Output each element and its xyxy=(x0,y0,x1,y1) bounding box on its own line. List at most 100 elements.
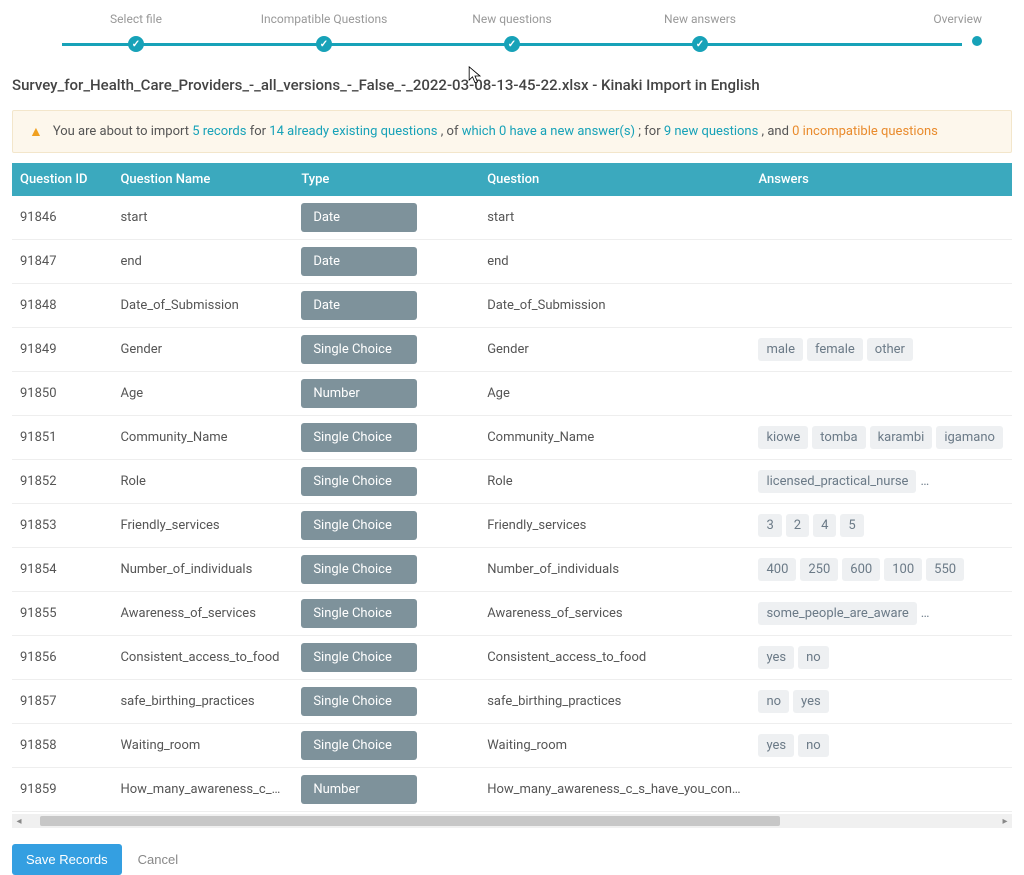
step-label: Select file xyxy=(110,12,162,26)
cell-answers: 3245 xyxy=(750,504,1012,548)
step-label: Incompatible Questions xyxy=(261,12,388,26)
stepper-step[interactable]: New questions ✓ xyxy=(418,12,606,52)
cell-type: Single Choice xyxy=(293,724,479,768)
table-row[interactable]: 91846startDatestart xyxy=(12,196,1012,240)
cell-id: 91854 xyxy=(12,548,112,592)
cell-id: 91846 xyxy=(12,196,112,240)
answer-tag: hospital_administrator xyxy=(920,470,1012,493)
cell-answers xyxy=(750,240,1012,284)
stepper-step[interactable]: Incompatible Questions ✓ xyxy=(230,12,418,52)
cell-question: Waiting_room xyxy=(479,724,750,768)
scroll-left-arrow-icon[interactable]: ◂ xyxy=(12,816,26,827)
cell-answers xyxy=(750,196,1012,240)
answer-tag: yes xyxy=(758,734,794,757)
cell-id: 91859 xyxy=(12,768,112,812)
stepper-step[interactable]: Overview xyxy=(794,12,982,52)
answer-tag: some_people_are_aware xyxy=(758,602,916,625)
table-body: 91846startDatestart91847endDateend91848D… xyxy=(12,196,1012,812)
alert-records-link[interactable]: 5 records xyxy=(192,124,246,139)
col-answers[interactable]: Answers xyxy=(750,163,1012,196)
cell-answers: kiowetombakarambiigamano xyxy=(750,416,1012,460)
type-pill: Number xyxy=(301,775,417,804)
stepper-step[interactable]: New answers ✓ xyxy=(606,12,794,52)
type-pill: Date xyxy=(301,291,417,320)
cell-id: 91856 xyxy=(12,636,112,680)
cell-question: Friendly_services xyxy=(479,504,750,548)
cell-type: Single Choice xyxy=(293,504,479,548)
answer-tag: no xyxy=(798,646,829,669)
type-pill: Single Choice xyxy=(301,511,417,540)
col-type[interactable]: Type xyxy=(293,163,479,196)
cell-question: Gender xyxy=(479,328,750,372)
cell-id: 91850 xyxy=(12,372,112,416)
scrollbar-thumb[interactable] xyxy=(40,816,780,826)
check-icon: ✓ xyxy=(316,36,332,52)
answer-tag: 3 xyxy=(758,514,781,537)
alert-semi: ; for xyxy=(638,124,664,139)
cell-id: 91855 xyxy=(12,592,112,636)
alert-new-answers-link[interactable]: which 0 have a new answer(s) xyxy=(462,124,639,139)
cell-name: Gender xyxy=(112,328,293,372)
alert-and: , and xyxy=(762,124,793,139)
table-row[interactable]: 91856Consistent_access_to_foodSingle Cho… xyxy=(12,636,1012,680)
cell-answers xyxy=(750,768,1012,812)
answer-tag: 600 xyxy=(842,558,880,581)
questions-table: Question ID Question Name Type Question … xyxy=(12,163,1012,812)
alert-new-questions-link[interactable]: 9 new questions xyxy=(664,124,762,139)
cell-answers: malefemaleother xyxy=(750,328,1012,372)
answer-tag: 5 xyxy=(840,514,863,537)
type-pill: Single Choice xyxy=(301,687,417,716)
cell-type: Date xyxy=(293,196,479,240)
answer-tag: yes xyxy=(758,646,794,669)
col-name[interactable]: Question Name xyxy=(112,163,293,196)
check-icon: ✓ xyxy=(128,36,144,52)
table-row[interactable]: 91847endDateend xyxy=(12,240,1012,284)
type-pill: Date xyxy=(301,203,417,232)
cell-type: Date xyxy=(293,240,479,284)
table-row[interactable]: 91850AgeNumberAge xyxy=(12,372,1012,416)
cell-type: Single Choice xyxy=(293,460,479,504)
type-pill: Number xyxy=(301,379,417,408)
col-question[interactable]: Question xyxy=(479,163,750,196)
cell-question: Awareness_of_services xyxy=(479,592,750,636)
check-icon: ✓ xyxy=(692,36,708,52)
save-button[interactable]: Save Records xyxy=(12,844,122,875)
cell-id: 91853 xyxy=(12,504,112,548)
answer-tag: 250 xyxy=(800,558,838,581)
answer-tag: other xyxy=(867,338,913,361)
table-row[interactable]: 91852RoleSingle ChoiceRolelicensed_pract… xyxy=(12,460,1012,504)
type-pill: Single Choice xyxy=(301,335,417,364)
table-row[interactable]: 91849GenderSingle ChoiceGendermalefemale… xyxy=(12,328,1012,372)
cell-type: Number xyxy=(293,768,479,812)
cell-name: end xyxy=(112,240,293,284)
table-row[interactable]: 91859How_many_awareness_c_s_h...NumberHo… xyxy=(12,768,1012,812)
table-row[interactable]: 91855Awareness_of_servicesSingle ChoiceA… xyxy=(12,592,1012,636)
cancel-button[interactable]: Cancel xyxy=(138,852,178,867)
cell-name: start xyxy=(112,196,293,240)
stepper-step[interactable]: Select file ✓ xyxy=(42,12,230,52)
cell-type: Date xyxy=(293,284,479,328)
cell-name: Date_of_Submission xyxy=(112,284,293,328)
answer-tag: tomba xyxy=(812,426,865,449)
table-row[interactable]: 91848Date_of_SubmissionDateDate_of_Submi… xyxy=(12,284,1012,328)
scroll-right-arrow-icon[interactable]: ▸ xyxy=(998,816,1012,827)
table-row[interactable]: 91853Friendly_servicesSingle ChoiceFrien… xyxy=(12,504,1012,548)
col-id[interactable]: Question ID xyxy=(12,163,112,196)
step-label: New answers xyxy=(664,12,736,26)
cell-id: 91849 xyxy=(12,328,112,372)
alert-for: for xyxy=(250,124,270,139)
alert-incompat-link[interactable]: 0 incompatible questions xyxy=(792,124,938,139)
dot-icon xyxy=(972,36,982,46)
horizontal-scrollbar[interactable]: ◂ ▸ xyxy=(12,814,1012,828)
questions-table-wrap: Question ID Question Name Type Question … xyxy=(12,163,1012,812)
table-row[interactable]: 91858Waiting_roomSingle ChoiceWaiting_ro… xyxy=(12,724,1012,768)
table-row[interactable]: 91854Number_of_individualsSingle ChoiceN… xyxy=(12,548,1012,592)
table-row[interactable]: 91851Community_NameSingle ChoiceCommunit… xyxy=(12,416,1012,460)
cell-question: Consistent_access_to_food xyxy=(479,636,750,680)
alert-existing-link[interactable]: 14 already existing questions xyxy=(269,124,440,139)
cell-question: Community_Name xyxy=(479,416,750,460)
cell-answers: 400250600100550 xyxy=(750,548,1012,592)
cell-id: 91858 xyxy=(12,724,112,768)
type-pill: Single Choice xyxy=(301,731,417,760)
cell-type: Number xyxy=(293,372,479,416)
